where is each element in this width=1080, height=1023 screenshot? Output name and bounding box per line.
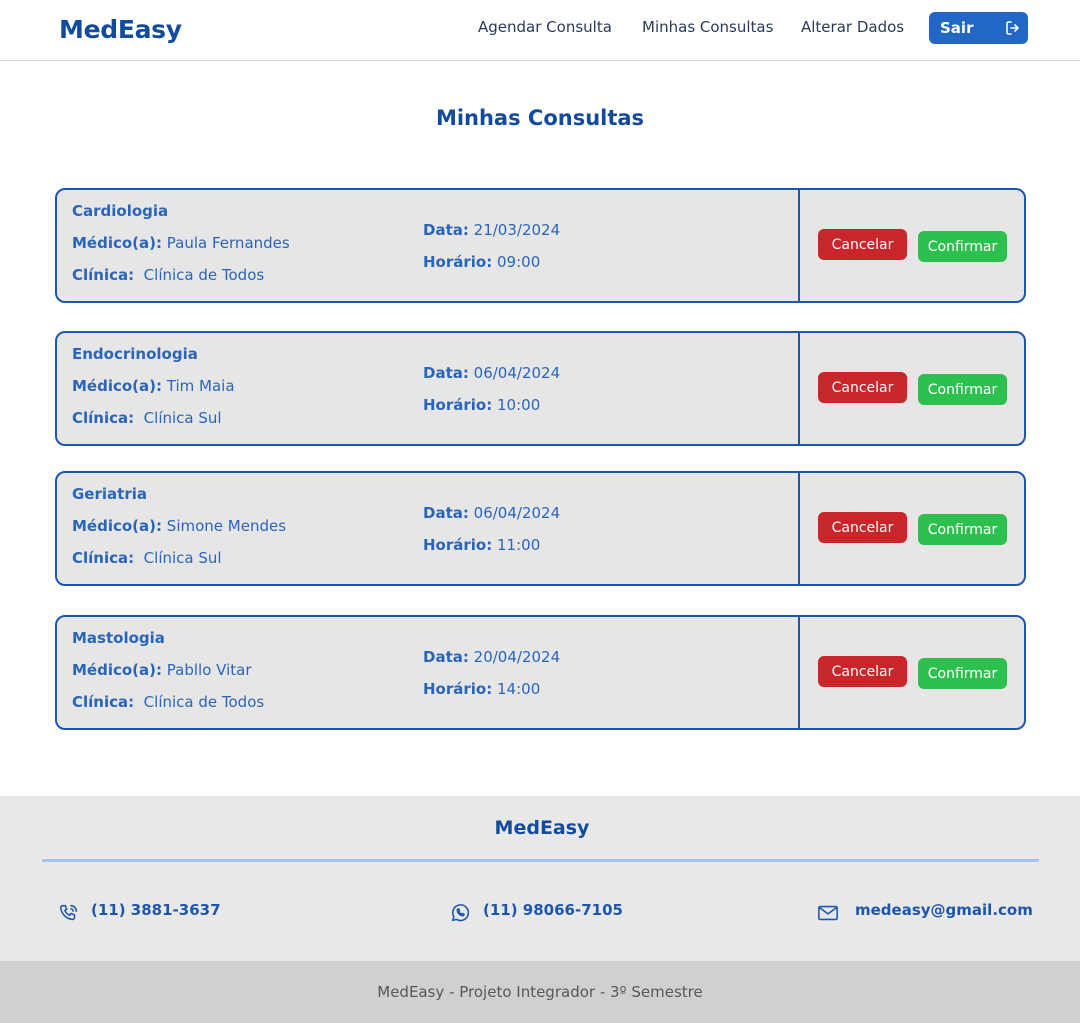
appointment-card: Endocrinologia Médico(a): Tim Maia Clíni…: [55, 331, 1026, 446]
page-title: Minhas Consultas: [435, 106, 645, 130]
cancel-button[interactable]: Cancelar: [818, 656, 907, 687]
time-label: Horário:: [423, 396, 493, 414]
date-row: Data: 06/04/2024: [423, 364, 560, 382]
clinic-row: Clínica: Clínica Sul: [72, 549, 222, 567]
time-label: Horário:: [423, 536, 493, 554]
doctor-name: Tim Maia: [166, 377, 235, 395]
time-label: Horário:: [423, 253, 493, 271]
time-row: Horário: 10:00: [423, 396, 540, 414]
clinic-row: Clínica: Clínica Sul: [72, 409, 222, 427]
credits-text: MedEasy - Projeto Integrador - 3º Semest…: [377, 983, 703, 1001]
date-value: 21/03/2024: [473, 221, 561, 239]
clinic-name: Clínica de Todos: [143, 693, 265, 711]
specialty: Geriatria: [72, 485, 147, 503]
email-address[interactable]: medeasy@gmail.com: [855, 901, 1033, 919]
credits-bar: MedEasy - Projeto Integrador - 3º Semest…: [0, 961, 1080, 1023]
clinic-name: Clínica Sul: [143, 409, 222, 427]
clinic-label: Clínica:: [72, 693, 135, 711]
top-navbar: MedEasy Agendar Consulta Minhas Consulta…: [0, 0, 1080, 61]
date-row: Data: 06/04/2024: [423, 504, 560, 522]
time-row: Horário: 11:00: [423, 536, 540, 554]
card-divider: [798, 190, 800, 301]
time-row: Horário: 14:00: [423, 680, 540, 698]
clinic-row: Clínica: Clínica de Todos: [72, 693, 264, 711]
whatsapp-icon: [451, 904, 470, 922]
clinic-label: Clínica:: [72, 549, 135, 567]
date-value: 06/04/2024: [473, 504, 561, 522]
cancel-button[interactable]: Cancelar: [818, 372, 907, 403]
doctor-label: Médico(a):: [72, 234, 163, 252]
doctor-label: Médico(a):: [72, 377, 163, 395]
logout-icon: [1006, 21, 1019, 35]
confirm-button[interactable]: Confirmar: [918, 374, 1007, 405]
date-value: 06/04/2024: [473, 364, 561, 382]
footer-divider: [42, 859, 1039, 862]
time-value: 09:00: [497, 253, 541, 271]
date-label: Data:: [423, 221, 469, 239]
confirm-button[interactable]: Confirmar: [918, 514, 1007, 545]
clinic-name: Clínica de Todos: [143, 266, 265, 284]
time-value: 10:00: [497, 396, 541, 414]
doctor-row: Médico(a): Tim Maia: [72, 377, 235, 395]
date-value: 20/04/2024: [473, 648, 561, 666]
doctor-label: Médico(a):: [72, 517, 163, 535]
phone-number[interactable]: (11) 3881-3637: [91, 901, 221, 919]
doctor-name: Simone Mendes: [166, 517, 287, 535]
date-row: Data: 21/03/2024: [423, 221, 560, 239]
clinic-label: Clínica:: [72, 266, 135, 284]
card-divider: [798, 617, 800, 728]
nav-minhas-consultas[interactable]: Minhas Consultas: [642, 18, 773, 36]
card-divider: [798, 473, 800, 584]
specialty: Endocrinologia: [72, 345, 198, 363]
time-value: 14:00: [497, 680, 541, 698]
cancel-button[interactable]: Cancelar: [818, 512, 907, 543]
nav-alterar-dados[interactable]: Alterar Dados: [801, 18, 904, 36]
doctor-row: Médico(a): Paula Fernandes: [72, 234, 290, 252]
logo[interactable]: MedEasy: [59, 15, 182, 44]
logout-label: Sair: [940, 19, 974, 37]
time-row: Horário: 09:00: [423, 253, 540, 271]
time-value: 11:00: [497, 536, 541, 554]
logout-button[interactable]: Sair: [929, 12, 1028, 44]
cancel-button[interactable]: Cancelar: [818, 229, 907, 260]
clinic-label: Clínica:: [72, 409, 135, 427]
date-row: Data: 20/04/2024: [423, 648, 560, 666]
appointment-card: Geriatria Médico(a): Simone Mendes Clíni…: [55, 471, 1026, 586]
doctor-row: Médico(a): Simone Mendes: [72, 517, 286, 535]
doctor-name: Pabllo Vitar: [166, 661, 252, 679]
doctor-label: Médico(a):: [72, 661, 163, 679]
footer: MedEasy (11) 3881-3637 (11) 98066-7105 m…: [0, 796, 1080, 961]
date-label: Data:: [423, 504, 469, 522]
date-label: Data:: [423, 364, 469, 382]
specialty: Cardiologia: [72, 202, 169, 220]
appointment-card: Cardiologia Médico(a): Paula Fernandes C…: [55, 188, 1026, 303]
clinic-name: Clínica Sul: [143, 549, 222, 567]
mail-icon: [818, 905, 838, 921]
date-label: Data:: [423, 648, 469, 666]
card-divider: [798, 333, 800, 444]
footer-logo: MedEasy: [494, 817, 590, 839]
time-label: Horário:: [423, 680, 493, 698]
whatsapp-number[interactable]: (11) 98066-7105: [483, 901, 623, 919]
nav-agendar-consulta[interactable]: Agendar Consulta: [478, 18, 612, 36]
appointment-card: Mastologia Médico(a): Pabllo Vitar Clíni…: [55, 615, 1026, 730]
doctor-name: Paula Fernandes: [166, 234, 290, 252]
clinic-row: Clínica: Clínica de Todos: [72, 266, 264, 284]
confirm-button[interactable]: Confirmar: [918, 231, 1007, 262]
confirm-button[interactable]: Confirmar: [918, 658, 1007, 689]
specialty: Mastologia: [72, 629, 165, 647]
phone-icon: [59, 904, 78, 921]
doctor-row: Médico(a): Pabllo Vitar: [72, 661, 252, 679]
